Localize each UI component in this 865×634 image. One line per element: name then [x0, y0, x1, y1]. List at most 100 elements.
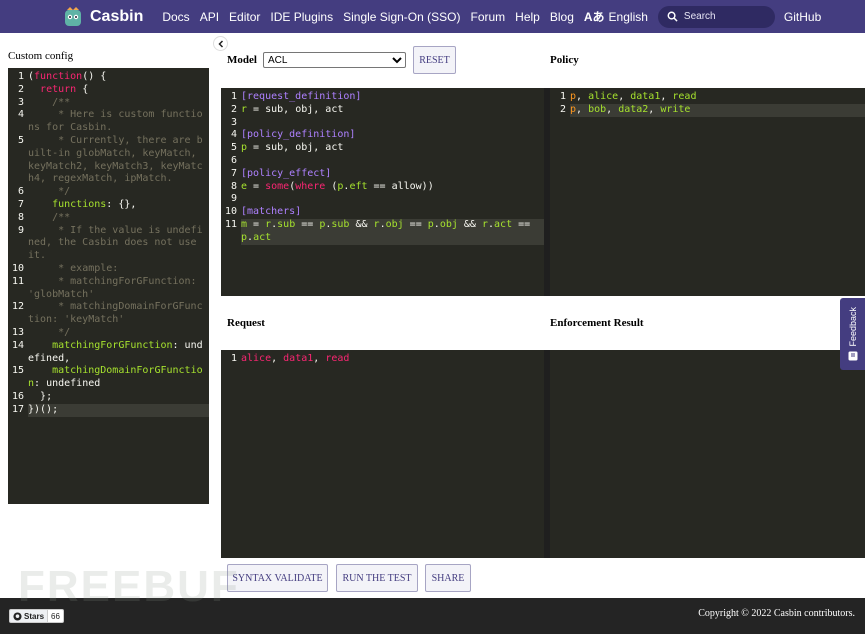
model-line-number: 3	[230, 116, 237, 128]
custom-config-line-number: 17	[11, 403, 24, 415]
model-line-text: [matchers]	[241, 206, 302, 218]
custom-config-line[interactable]: 8 /**	[8, 212, 209, 225]
model-line[interactable]: 9	[221, 193, 544, 206]
request-editor[interactable]: 1 alice, data1, read	[221, 350, 544, 558]
feedback-tab[interactable]: Feedback	[840, 298, 865, 370]
search-box[interactable]	[657, 5, 775, 28]
custom-config-editor[interactable]: 1 (function() {2 return {3 /** 4 * Here is…	[8, 68, 209, 504]
custom-config-line-number: 4	[17, 109, 24, 121]
stars-count: 66	[48, 609, 64, 623]
model-line[interactable]: 7 [policy_effect]	[221, 168, 544, 181]
custom-config-line[interactable]: 10 * example:	[8, 263, 209, 276]
custom-config-line[interactable]: 4 * Here is custom functions for Casbin.	[8, 109, 209, 135]
feedback-label: Feedback	[847, 306, 858, 347]
model-line-number: 1	[230, 91, 237, 102]
model-line-text: [policy_effect]	[241, 167, 332, 179]
nav-link-ide-plugins[interactable]: IDE Plugins	[270, 10, 333, 24]
stars-button[interactable]: Stars	[9, 609, 49, 623]
custom-config-line[interactable]: 1 (function() {	[8, 71, 209, 84]
syntax-validate-button[interactable]: SYNTAX VALIDATE	[227, 564, 328, 592]
custom-config-line[interactable]: 13 */	[8, 327, 209, 340]
language-dropdown[interactable]: Aあ English	[584, 8, 648, 25]
model-line-number: 2	[230, 103, 237, 115]
custom-config-line-text: * example:	[28, 262, 119, 274]
enforcement-result-label: Enforcement Result	[550, 317, 644, 329]
custom-config-line-number: 10	[11, 262, 24, 274]
search-icon	[667, 11, 678, 22]
enforcement-result-output	[550, 350, 865, 558]
nav-link-help[interactable]: Help	[515, 10, 540, 24]
nav-link-github[interactable]: GitHub	[784, 10, 821, 24]
policy-line[interactable]: 1 p, alice, data1, read	[550, 91, 865, 104]
custom-config-line[interactable]: 16 };	[8, 391, 209, 404]
policy-line-number: 1	[559, 91, 566, 102]
custom-config-line[interactable]: 17 })();	[8, 403, 209, 417]
custom-config-line[interactable]: 6 */	[8, 186, 209, 199]
nav-link-editor[interactable]: Editor	[229, 10, 260, 24]
custom-config-line[interactable]: 9 * If the value is undefined, the Casbi…	[8, 225, 209, 263]
custom-config-line[interactable]: 2 return {	[8, 84, 209, 97]
model-line[interactable]: 5 p = sub, obj, act	[221, 142, 544, 155]
stars-label: Stars	[24, 611, 45, 621]
custom-config-line[interactable]: 15 matchingDomainForGFunction: undefined	[8, 365, 209, 391]
custom-config-line[interactable]: 5 * Currently, there are built-in globMa…	[8, 135, 209, 186]
nav-link-forum[interactable]: Forum	[470, 10, 505, 24]
nav-link-api[interactable]: API	[200, 10, 219, 24]
custom-config-line[interactable]: 11 * matchingForGFunction: 'globMatch'	[8, 276, 209, 302]
share-button[interactable]: SHARE	[425, 564, 471, 592]
custom-config-line-text: * Here is custom functions for Casbin.	[28, 109, 203, 134]
model-line-text: p = sub, obj, act	[241, 142, 344, 154]
model-line-number: 8	[230, 180, 237, 192]
editor-divider	[544, 88, 550, 296]
custom-config-line-text: matchingDomainForGFunction: undefined	[28, 365, 203, 390]
model-line[interactable]: 6	[221, 155, 544, 168]
policy-line[interactable]: 2 p, bob, data2, write	[550, 103, 865, 117]
custom-config-line-number: 7	[17, 198, 24, 210]
translate-icon: Aあ	[583, 10, 605, 24]
brand-link[interactable]: Casbin	[62, 6, 143, 28]
model-line-number: 4	[230, 129, 237, 141]
github-icon	[13, 611, 22, 621]
model-line[interactable]: 3	[221, 117, 544, 130]
custom-config-line[interactable]: 7 functions: {},	[8, 199, 209, 212]
model-line-text	[241, 155, 544, 168]
nav-link-blog[interactable]: Blog	[550, 10, 574, 24]
custom-config-line[interactable]: 14 matchingForGFunction: undefined,	[8, 340, 209, 366]
reset-button[interactable]: RESET	[413, 46, 456, 74]
model-line-number: 9	[230, 193, 237, 205]
model-editor[interactable]: 1 [request_definition] 2 r = sub, obj, act 3…	[221, 88, 544, 296]
github-stars-badge[interactable]: Stars 66	[9, 609, 64, 623]
search-input[interactable]	[683, 11, 774, 22]
model-line-text: e = some(where (p.eft == allow))	[241, 180, 434, 192]
model-line-number: 11	[224, 218, 237, 230]
policy-editor[interactable]: 1 p, alice, data1, read 2 p, bob, data2, wr…	[550, 88, 865, 296]
model-line-text: [policy_definition]	[241, 129, 356, 141]
model-line-text	[241, 193, 544, 206]
custom-config-line-text: */	[28, 326, 71, 338]
model-line[interactable]: 2 r = sub, obj, act	[221, 104, 544, 117]
custom-config-line-number: 9	[17, 224, 24, 236]
model-label: Model	[227, 54, 257, 66]
custom-config-line-text: * Currently, there are built-in globMatc…	[28, 134, 203, 185]
model-select[interactable]: ACL	[263, 52, 406, 68]
model-line[interactable]: 10 [matchers]	[221, 206, 544, 219]
editor-divider-2	[544, 350, 550, 558]
custom-config-title: Custom config	[8, 50, 74, 62]
custom-config-line-text: functions: {},	[52, 198, 137, 210]
model-line[interactable]: 11 m = r.sub == p.sub && r.obj == p.obj &…	[221, 218, 544, 245]
collapse-panel-button[interactable]	[213, 36, 228, 51]
model-line-number: 10	[224, 206, 237, 218]
nav-link-docs[interactable]: Docs	[162, 10, 189, 24]
custom-config-line[interactable]: 12 * matchingDomainForGFunction: 'keyMat…	[8, 301, 209, 327]
model-line[interactable]: 1 [request_definition]	[221, 91, 544, 104]
request-line[interactable]: 1 alice, data1, read	[221, 353, 544, 366]
custom-config-line-text: */	[28, 186, 71, 198]
custom-config-line-text: })();	[28, 403, 209, 417]
custom-config-line[interactable]: 3 /**	[8, 97, 209, 110]
custom-config-line-number: 15	[11, 365, 24, 377]
model-line[interactable]: 4 [policy_definition]	[221, 129, 544, 142]
custom-config-line-text: /**	[28, 96, 71, 108]
model-line[interactable]: 8 e = some(where (p.eft == allow))	[221, 181, 544, 194]
nav-link-sso[interactable]: Single Sign-On (SSO)	[343, 10, 460, 24]
run-test-button[interactable]: RUN THE TEST	[336, 564, 418, 592]
